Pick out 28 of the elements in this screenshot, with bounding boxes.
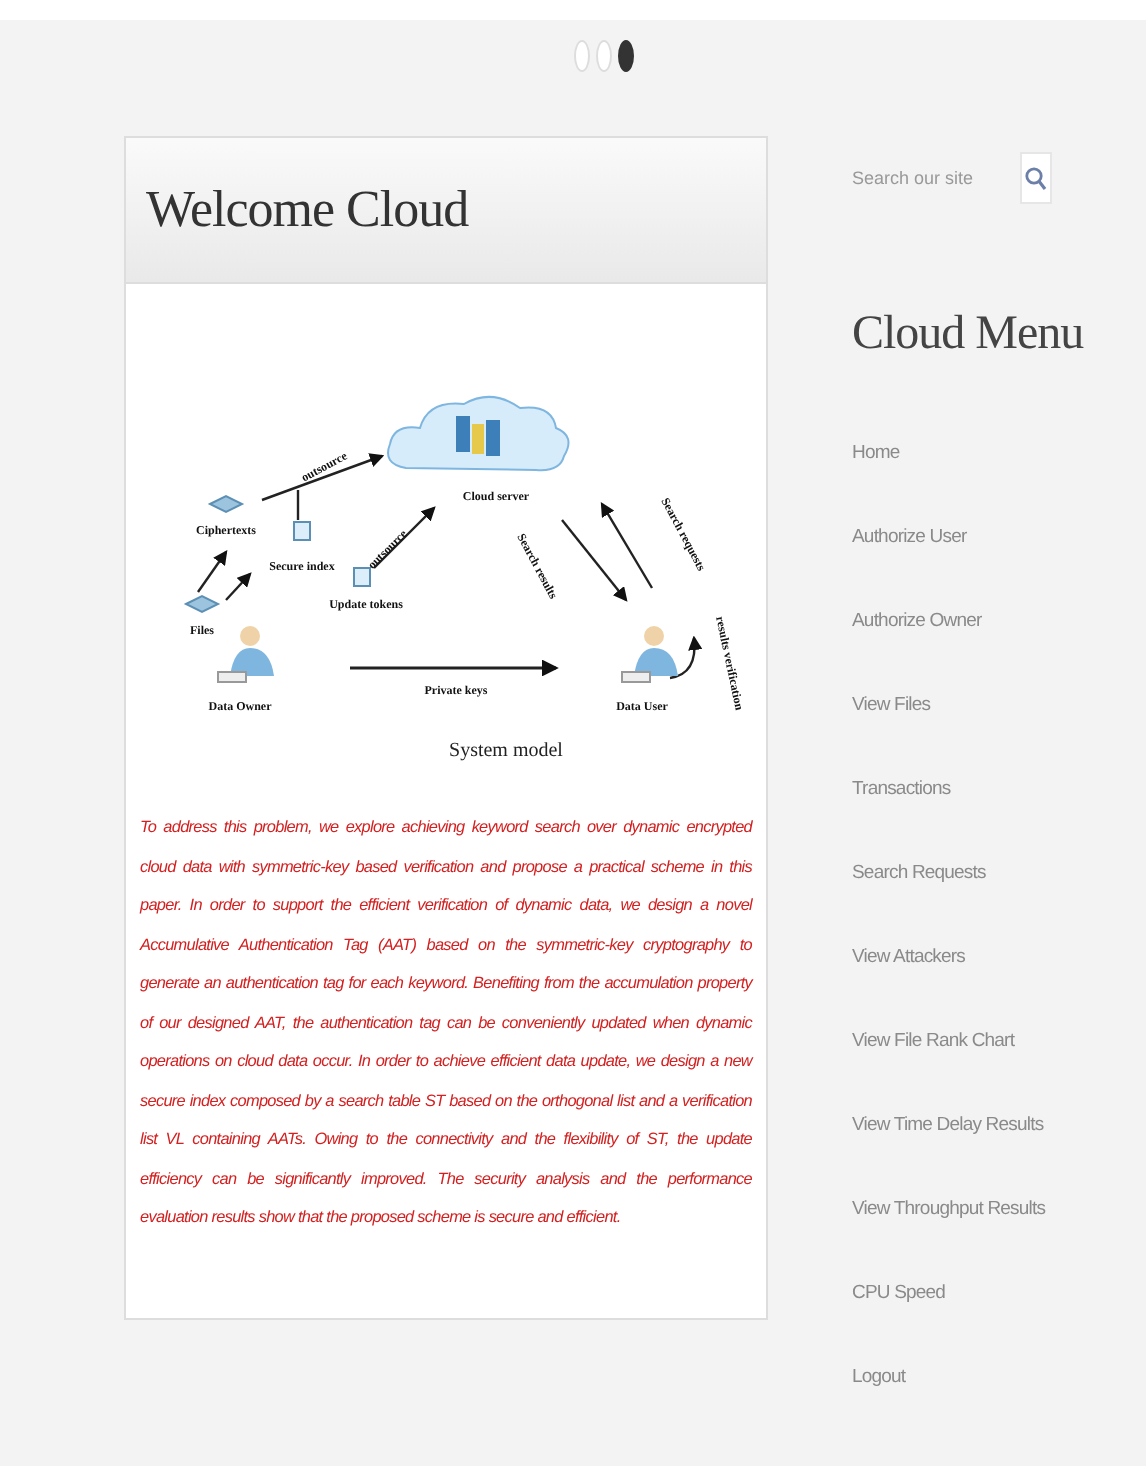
search-field[interactable]: Search our site xyxy=(852,168,1016,188)
menu-link[interactable]: View Throughput Results xyxy=(852,1198,1132,1282)
menu-link[interactable]: View Files xyxy=(852,694,1132,778)
search-button[interactable] xyxy=(1020,152,1052,204)
arrow xyxy=(561,519,628,602)
menu-link[interactable]: Authorize Owner xyxy=(852,610,1132,694)
menu-link[interactable]: View Time Delay Results xyxy=(852,1114,1132,1198)
menu-heading: Cloud Menu xyxy=(852,308,1086,362)
menu-link[interactable]: CPU Speed xyxy=(852,1282,1132,1366)
page-title: Welcome Cloud xyxy=(146,180,469,240)
menu-link[interactable]: Transactions xyxy=(852,778,1132,862)
menu-link[interactable]: Home xyxy=(852,442,1132,526)
arrow xyxy=(669,635,703,680)
menu-link[interactable]: Logout xyxy=(852,1366,1132,1450)
menu-link[interactable]: Search Requests xyxy=(852,862,1132,946)
cloud-server-icon xyxy=(387,395,570,472)
figure-caption: System model xyxy=(449,740,563,762)
person-icon xyxy=(621,626,678,683)
document-icon xyxy=(353,567,371,587)
menu-link[interactable]: View Attackers xyxy=(852,946,1132,1030)
document-icon xyxy=(293,521,311,541)
arrow xyxy=(600,501,654,589)
menu-link[interactable]: Authorize User xyxy=(852,526,1132,610)
person-icon xyxy=(217,626,274,683)
slider-dot[interactable] xyxy=(617,40,633,72)
description-paragraph: To address this problem, we explore achieving keyword search over dynamic encrypted cloud data with symmetric-key based verification and propose a practical scheme in this paper. In order to support the efficient verification of dynamic data, we design a novel Accumulative Authentication Tag (AAT) based on the symmetric-key cryptography to generate an authentication tag for each keyword. Benefiting from the accumulation property of our designed AAT, the authentication tag can be conveniently updated when dynamic operations on cloud data occur. In order to achieve efficient data update, we design a new secure index composed by a search table ST based on the orthogonal list and a verification list VL containing AATs. Owing to the connectivity and the flexibility of ST, the update efficiency can be significantly improved. The security analysis and the performance evaluation results show that the proposed scheme is secure and efficient. xyxy=(140,816,752,1230)
menu-link[interactable]: View File Rank Chart xyxy=(852,1030,1132,1114)
search-icon xyxy=(1024,165,1048,191)
